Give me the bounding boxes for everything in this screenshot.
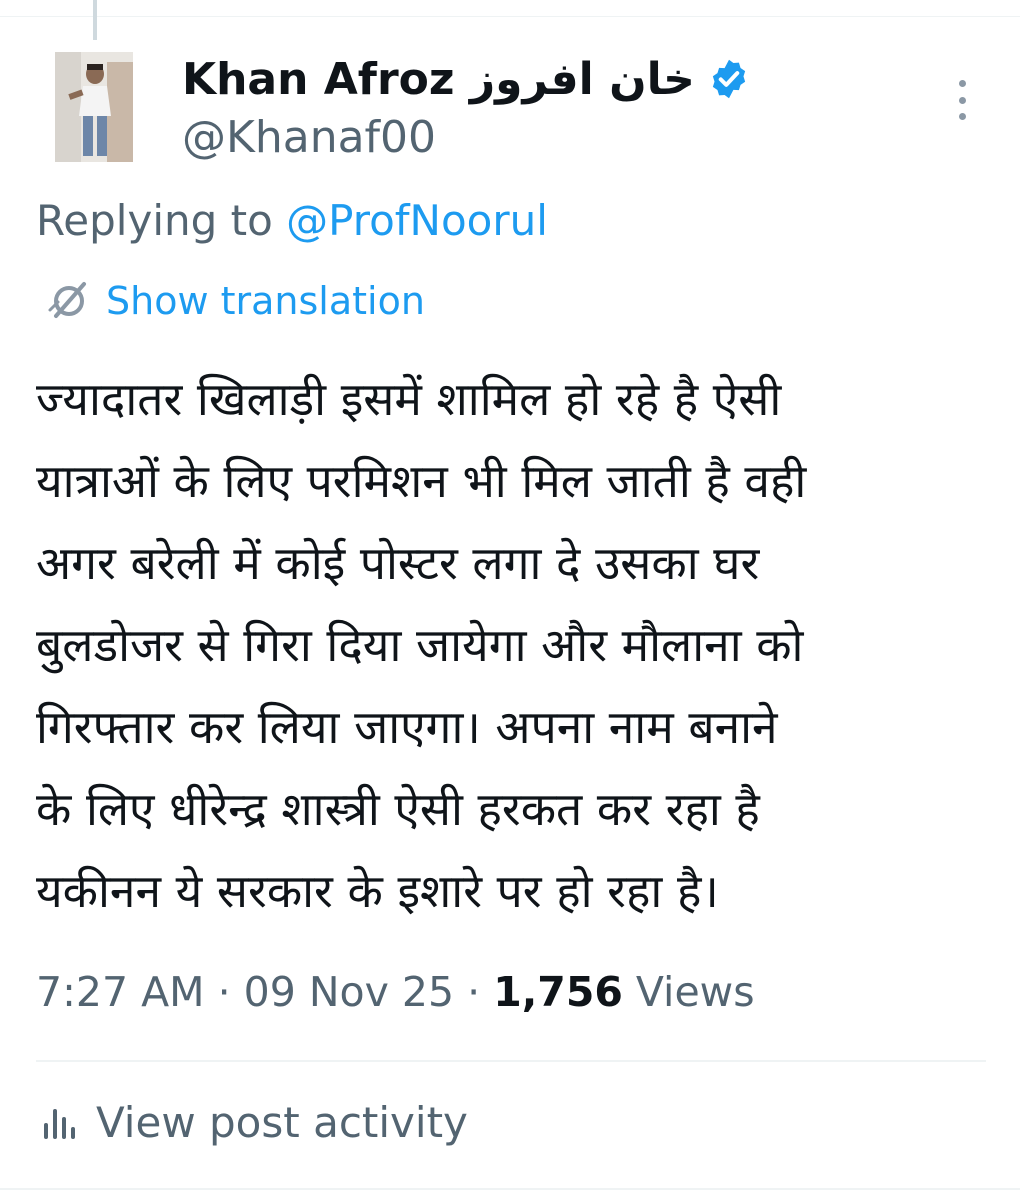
- translate-icon: [44, 276, 94, 326]
- post-text-line: यात्राओं के लिए परमिशन भी मिल जाती है वह…: [36, 454, 807, 508]
- post-text-line: बुलडोजर से गिरा दिया जायेगा और मौलाना को: [36, 618, 804, 672]
- more-dot: [958, 80, 966, 87]
- top-divider: [0, 16, 1020, 17]
- post-meta: 7:27 AM · 09 Nov 25 · 1,756 Views: [36, 968, 755, 1016]
- post-text-line: ज्यादातर खिलाड़ी इसमें शामिल हो रहे है ऐ…: [36, 372, 782, 426]
- author-name-row: Khan Afroz خان افروز: [182, 48, 942, 110]
- bottom-divider: [0, 1188, 1020, 1190]
- post-text-line: के लिए धीरेन्द्र शास्त्री ऐसी हरकत कर रह…: [36, 782, 760, 836]
- divider: [36, 1060, 986, 1062]
- show-translation-button[interactable]: Show translation: [44, 276, 425, 326]
- post-text: ज्यादातर खिलाड़ी इसमें शामिल हो रहे है ऐ…: [36, 358, 986, 932]
- meta-separator: ·: [204, 968, 244, 1016]
- profile-photo-icon: [55, 52, 133, 162]
- views-label: Views: [622, 968, 755, 1016]
- view-post-activity-label: View post activity: [96, 1098, 468, 1147]
- more-options-icon[interactable]: [952, 80, 972, 120]
- replying-to-prefix: Replying to: [36, 196, 287, 245]
- more-dot: [958, 113, 966, 120]
- verified-badge-icon: [707, 57, 751, 101]
- replying-to-link[interactable]: @ProfNoorul: [286, 196, 548, 245]
- show-translation-label: Show translation: [106, 279, 425, 323]
- more-dot: [958, 96, 966, 104]
- meta-separator: ·: [454, 968, 494, 1016]
- thread-connector-line: [93, 0, 97, 40]
- post-time[interactable]: 7:27 AM: [36, 968, 205, 1016]
- bar-chart-icon: [40, 1103, 80, 1143]
- author-display-name[interactable]: Khan Afroz خان افروز: [182, 54, 695, 105]
- avatar[interactable]: [55, 52, 133, 162]
- view-post-activity-button[interactable]: View post activity: [40, 1098, 468, 1147]
- post-text-line: अगर बरेली में कोई पोस्टर लगा दे उसका घर: [36, 536, 760, 590]
- post-date[interactable]: 09 Nov 25: [244, 968, 454, 1016]
- post-header: Khan Afroz خان افروز @Khanaf00: [182, 48, 942, 163]
- author-handle[interactable]: @Khanaf00: [182, 112, 942, 163]
- post-text-line: गिरफ्तार कर लिया जाएगा। अपना नाम बनाने: [36, 700, 778, 754]
- views-count: 1,756: [493, 968, 623, 1016]
- replying-to: Replying to @ProfNoorul: [36, 196, 548, 245]
- post-text-line: यकीनन ये सरकार के इशारे पर हो रहा है।: [36, 864, 719, 918]
